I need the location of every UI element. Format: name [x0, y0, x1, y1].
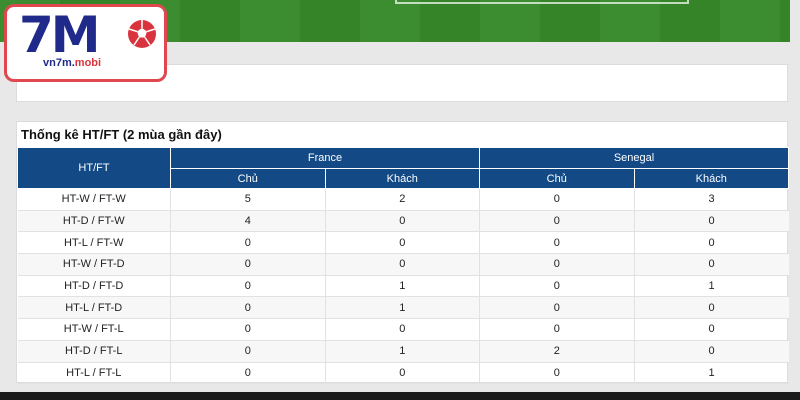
team1-home-value: 0 [170, 231, 326, 255]
pitch-box-line [395, 0, 689, 4]
team1-home-value: 0 [170, 318, 326, 341]
row-label: HT-W / FT-W [17, 188, 171, 211]
team2-home-value: 0 [479, 275, 635, 298]
team2-header: Senegal [479, 147, 789, 169]
bottom-bar [0, 392, 800, 400]
table-row: HT-D / FT-L 0 1 2 0 [17, 340, 789, 363]
page-scrollbar[interactable] [790, 0, 800, 400]
logo-domain-accent: mobi [74, 57, 102, 69]
soccer-ball-icon [128, 20, 156, 48]
team1-home-value: 0 [170, 340, 326, 363]
team2-away-value: 1 [634, 275, 789, 298]
team1-home-value: 4 [170, 210, 326, 233]
row-label: HT-D / FT-W [17, 210, 171, 233]
team1-away-value: 0 [325, 362, 480, 385]
logo-domain-main: vn7m. [43, 57, 75, 69]
table-row: HT-L / FT-L 0 0 0 1 [17, 362, 789, 385]
team1-home-value: 0 [170, 296, 326, 320]
team2-away-value: 0 [634, 210, 789, 233]
team1-away-value: 0 [325, 210, 480, 233]
site-logo[interactable]: 7M vn7m.mobi [4, 4, 167, 82]
logo-domain: vn7m.mobi [43, 57, 101, 69]
table-row: HT-L / FT-D 0 1 0 0 [17, 296, 789, 320]
page: 7M vn7m.mobi Thống kê HT/FT (2 mùa gần đ… [0, 0, 800, 400]
team2-home-value: 0 [479, 362, 635, 385]
row-label: HT-W / FT-L [17, 318, 171, 341]
row-label: HT-D / FT-L [17, 340, 171, 363]
team1-away-value: 0 [325, 231, 480, 255]
team2-home-value: 0 [479, 231, 635, 255]
team1-away-value: 0 [325, 253, 480, 276]
team1-away-value: 1 [325, 275, 480, 298]
team2-home-value: 0 [479, 210, 635, 233]
team1-away-value: 1 [325, 296, 480, 320]
htft-column-header: HT/FT [17, 147, 171, 189]
row-label: HT-W / FT-D [17, 253, 171, 276]
row-label: HT-L / FT-L [17, 362, 171, 385]
team2-away-value: 0 [634, 296, 789, 320]
row-label: HT-L / FT-D [17, 296, 171, 320]
table-row: HT-L / FT-W 0 0 0 0 [17, 231, 789, 255]
team2-away-value: 1 [634, 362, 789, 385]
row-label: HT-L / FT-W [17, 231, 171, 255]
table-row: HT-D / FT-W 4 0 0 0 [17, 210, 789, 233]
team1-home-value: 0 [170, 275, 326, 298]
row-label: HT-D / FT-D [17, 275, 171, 298]
team2-home-value: 0 [479, 188, 635, 211]
team1-away-value: 1 [325, 340, 480, 363]
team2-away-header: Khách [633, 168, 789, 189]
table-row: HT-W / FT-L 0 0 0 0 [17, 318, 789, 341]
team1-away-header: Khách [324, 168, 480, 189]
team2-home-value: 2 [479, 340, 635, 363]
table-row: HT-W / FT-W 5 2 0 3 [17, 188, 789, 211]
team2-away-value: 3 [634, 188, 789, 211]
team2-home-value: 0 [479, 253, 635, 276]
table-row: HT-W / FT-D 0 0 0 0 [17, 253, 789, 276]
team1-home-value: 0 [170, 362, 326, 385]
team1-away-value: 2 [325, 188, 480, 211]
team2-away-value: 0 [634, 231, 789, 255]
team2-home-value: 0 [479, 318, 635, 341]
team2-home-header: Chủ [479, 168, 635, 189]
htft-stats-card: Thống kê HT/FT (2 mùa gần đây) HT/FT Fra… [16, 121, 789, 385]
table-row: HT-D / FT-D 0 1 0 1 [17, 275, 789, 298]
team1-home-value: 0 [170, 253, 326, 276]
team1-home-header: Chủ [170, 168, 326, 189]
team2-away-value: 0 [634, 318, 789, 341]
logo-mark: 7M [19, 7, 101, 64]
htft-table: HT/FT France Senegal Chủ Khách Chủ Khách… [17, 147, 789, 385]
team2-away-value: 0 [634, 340, 789, 363]
team2-home-value: 0 [479, 296, 635, 320]
logo-inner: 7M vn7m.mobi [7, 7, 164, 79]
team1-away-value: 0 [325, 318, 480, 341]
team2-away-value: 0 [634, 253, 789, 276]
team1-header: France [170, 147, 480, 169]
stats-title: Thống kê HT/FT (2 mùa gần đây) [21, 127, 222, 142]
team1-home-value: 5 [170, 188, 326, 211]
